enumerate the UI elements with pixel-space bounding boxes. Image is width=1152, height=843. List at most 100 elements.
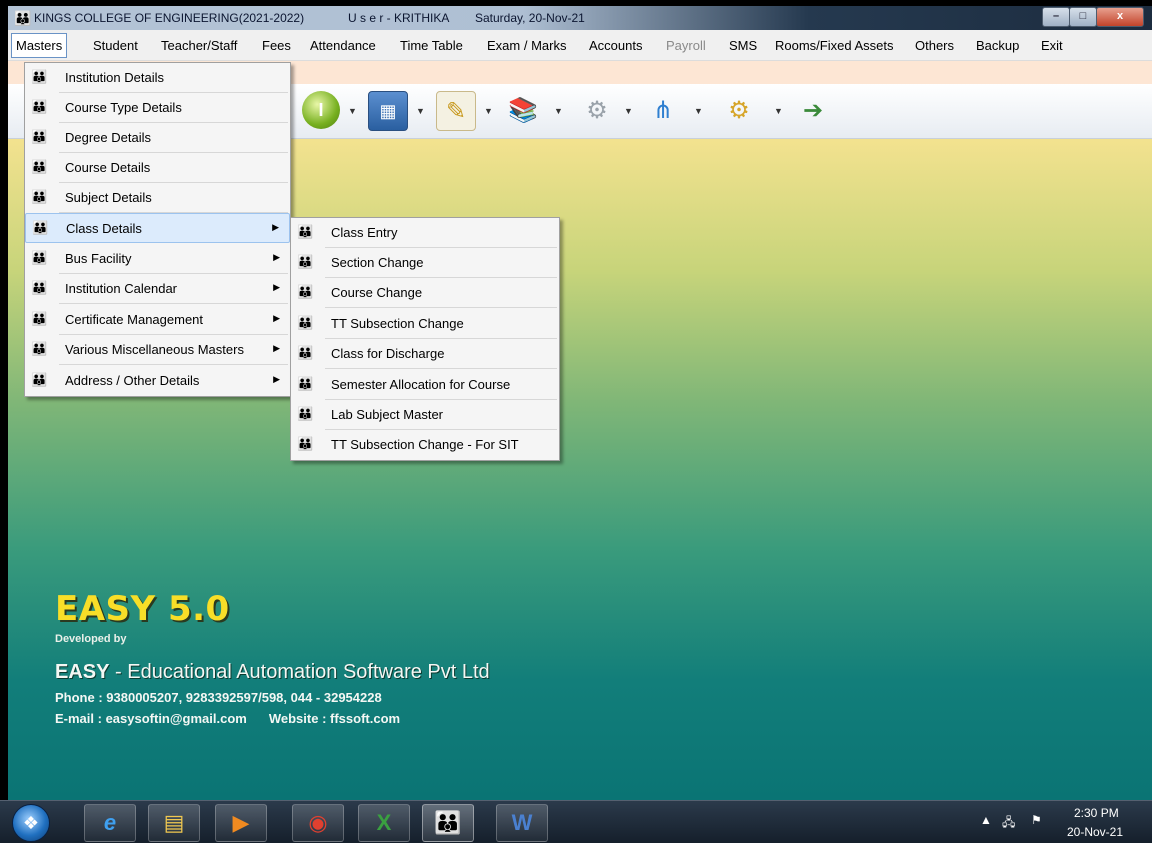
menu-payroll[interactable]: Payroll xyxy=(666,38,706,53)
word-icon[interactable]: W xyxy=(496,804,548,842)
menu-time-table[interactable]: Time Table xyxy=(400,38,463,53)
people-icon: 👪 xyxy=(297,315,314,330)
people-icon: 👪 xyxy=(31,159,48,174)
submenu-item-section-change[interactable]: 👪 Section Change xyxy=(291,248,559,278)
developed-by-label: Developed by xyxy=(55,633,127,645)
chrome-icon[interactable]: ◉ xyxy=(292,804,344,842)
submenu-item-label: Section Change xyxy=(331,255,424,270)
menu-item-label: Course Type Details xyxy=(65,100,182,115)
dropdown-arrow-icon[interactable]: ▼ xyxy=(694,106,703,116)
clock-time[interactable]: 2:30 PM xyxy=(1074,806,1119,820)
dropdown-arrow-icon[interactable]: ▼ xyxy=(624,106,633,116)
network-tray-icon[interactable]: 🖧 xyxy=(1002,813,1015,834)
close-button[interactable]: x xyxy=(1096,7,1144,27)
divider xyxy=(59,303,288,304)
dropdown-arrow-icon[interactable]: ▼ xyxy=(774,106,783,116)
submenu-item-label: Lab Subject Master xyxy=(331,407,444,422)
menu-student[interactable]: Student xyxy=(93,38,138,53)
books-icon[interactable]: 📚 xyxy=(504,91,542,129)
submenu-item-lab-subject-master[interactable]: 👪 Lab Subject Master xyxy=(291,400,559,430)
gear-icon[interactable]: ⚙ xyxy=(720,91,758,129)
submenu-item-tt-subsection-change[interactable]: 👪 TT Subsection Change xyxy=(291,309,559,339)
menu-item-address-other-details[interactable]: 👪 Address / Other Details ▶ xyxy=(25,366,290,396)
people-icon: 👪 xyxy=(31,189,48,204)
media-player-icon[interactable]: ▶ xyxy=(215,804,267,842)
internet-explorer-icon[interactable]: e xyxy=(84,804,136,842)
menu-item-degree-details[interactable]: 👪 Degree Details xyxy=(25,123,290,153)
menu-accounts[interactable]: Accounts xyxy=(589,38,642,53)
minimize-button[interactable]: – xyxy=(1042,7,1070,27)
menu-others[interactable]: Others xyxy=(915,38,954,53)
people-icon: 👪 xyxy=(297,376,314,391)
start-button[interactable]: ❖ xyxy=(12,804,50,842)
company-bold: EASY xyxy=(55,661,110,683)
menu-rooms-fixed-assets[interactable]: Rooms/Fixed Assets xyxy=(775,38,894,53)
submenu-item-label: Course Change xyxy=(331,285,423,300)
submenu-arrow-icon: ▶ xyxy=(273,343,280,353)
excel-icon[interactable]: X xyxy=(358,804,410,842)
dropdown-arrow-icon[interactable]: ▼ xyxy=(554,106,563,116)
network-icon[interactable]: ⋔ xyxy=(644,91,682,129)
menu-item-label: Degree Details xyxy=(65,130,151,145)
company-phone: Phone : 9380005207, 9283392597/598, 044 … xyxy=(55,690,382,705)
dropdown-arrow-icon[interactable]: ▼ xyxy=(348,106,357,116)
masters-dropdown: 👪 Institution Details 👪 Course Type Deta… xyxy=(24,62,291,397)
people-icon: 👪 xyxy=(297,436,314,451)
submenu-item-label: TT Subsection Change - For SIT xyxy=(331,437,519,452)
menu-item-subject-details[interactable]: 👪 Subject Details xyxy=(25,183,290,213)
menu-item-various-miscellaneous-masters[interactable]: 👪 Various Miscellaneous Masters ▶ xyxy=(25,335,290,365)
people-icon: 👪 xyxy=(297,224,314,239)
menu-teacher-staff[interactable]: Teacher/Staff xyxy=(161,38,237,53)
menu-exit[interactable]: Exit xyxy=(1041,38,1063,53)
gray-tool-icon[interactable]: ⚙ xyxy=(578,91,616,129)
menu-item-label: Course Details xyxy=(65,160,151,175)
submenu-item-class-for-discharge[interactable]: 👪 Class for Discharge xyxy=(291,339,559,369)
people-icon: 👪 xyxy=(297,284,314,299)
menu-item-course-type-details[interactable]: 👪 Course Type Details xyxy=(25,93,290,123)
company-name: EASY - Educational Automation Software P… xyxy=(55,661,490,684)
file-explorer-icon[interactable]: ▤ xyxy=(148,804,200,842)
people-icon: 👪 xyxy=(31,372,48,387)
window-title: KINGS COLLEGE OF ENGINEERING(2021-2022) xyxy=(34,11,305,25)
people-icon: 👪 xyxy=(297,254,314,269)
submenu-item-semester-allocation[interactable]: 👪 Semester Allocation for Course xyxy=(291,370,559,400)
menu-item-institution-calendar[interactable]: 👪 Institution Calendar ▶ xyxy=(25,274,290,304)
notepad-icon[interactable]: ✎ xyxy=(436,91,476,131)
people-icon: 👪 xyxy=(31,99,48,114)
menu-attendance[interactable]: Attendance xyxy=(310,38,376,53)
people-icon: 👪 xyxy=(32,220,49,235)
dropdown-arrow-icon[interactable]: ▼ xyxy=(484,106,493,116)
menu-item-certificate-management[interactable]: 👪 Certificate Management ▶ xyxy=(25,305,290,335)
submenu-item-class-entry[interactable]: 👪 Class Entry xyxy=(291,218,559,248)
clock-date[interactable]: 20-Nov-21 xyxy=(1067,825,1123,839)
easy-app-icon[interactable]: 👪 xyxy=(422,804,474,842)
menu-masters[interactable]: Masters xyxy=(11,33,68,58)
maximize-button[interactable]: □ xyxy=(1069,7,1097,27)
dropdown-arrow-icon[interactable]: ▼ xyxy=(416,106,425,116)
submenu-item-label: Class for Discharge xyxy=(331,346,445,361)
menu-backup[interactable]: Backup xyxy=(976,38,1019,53)
submenu-item-label: Class Entry xyxy=(331,225,398,240)
menu-exam-marks[interactable]: Exam / Marks xyxy=(487,38,566,53)
flag-tray-icon[interactable]: ⚑ xyxy=(1031,813,1042,827)
calendar-icon[interactable]: ▦ xyxy=(368,91,408,131)
menu-fees[interactable]: Fees xyxy=(262,38,291,53)
app-people-icon: 👪 xyxy=(14,10,32,26)
menu-item-label: Institution Calendar xyxy=(65,281,178,296)
menu-item-course-details[interactable]: 👪 Course Details xyxy=(25,153,290,183)
menu-item-class-details[interactable]: 👪 Class Details ▶ xyxy=(25,213,290,243)
menu-item-institution-details[interactable]: 👪 Institution Details xyxy=(25,63,290,93)
submenu-item-course-change[interactable]: 👪 Course Change xyxy=(291,278,559,308)
company-rest: - Educational Automation Software Pvt Lt… xyxy=(109,661,490,683)
submenu-arrow-icon: ▶ xyxy=(273,252,280,262)
green-circle-icon[interactable]: I xyxy=(302,91,340,129)
menu-sms[interactable]: SMS xyxy=(729,38,757,53)
submenu-item-label: TT Subsection Change xyxy=(331,316,464,331)
exit-door-icon[interactable]: ➔ xyxy=(794,91,832,129)
company-contact: E-mail : easysoftin@gmail.com Website : f… xyxy=(55,711,400,726)
submenu-item-tt-subsection-change-sit[interactable]: 👪 TT Subsection Change - For SIT xyxy=(291,430,559,460)
people-icon: 👪 xyxy=(31,250,48,265)
divider xyxy=(325,368,557,369)
tray-arrow-icon[interactable]: ▲ xyxy=(980,813,992,827)
menu-item-bus-facility[interactable]: 👪 Bus Facility ▶ xyxy=(25,244,290,274)
